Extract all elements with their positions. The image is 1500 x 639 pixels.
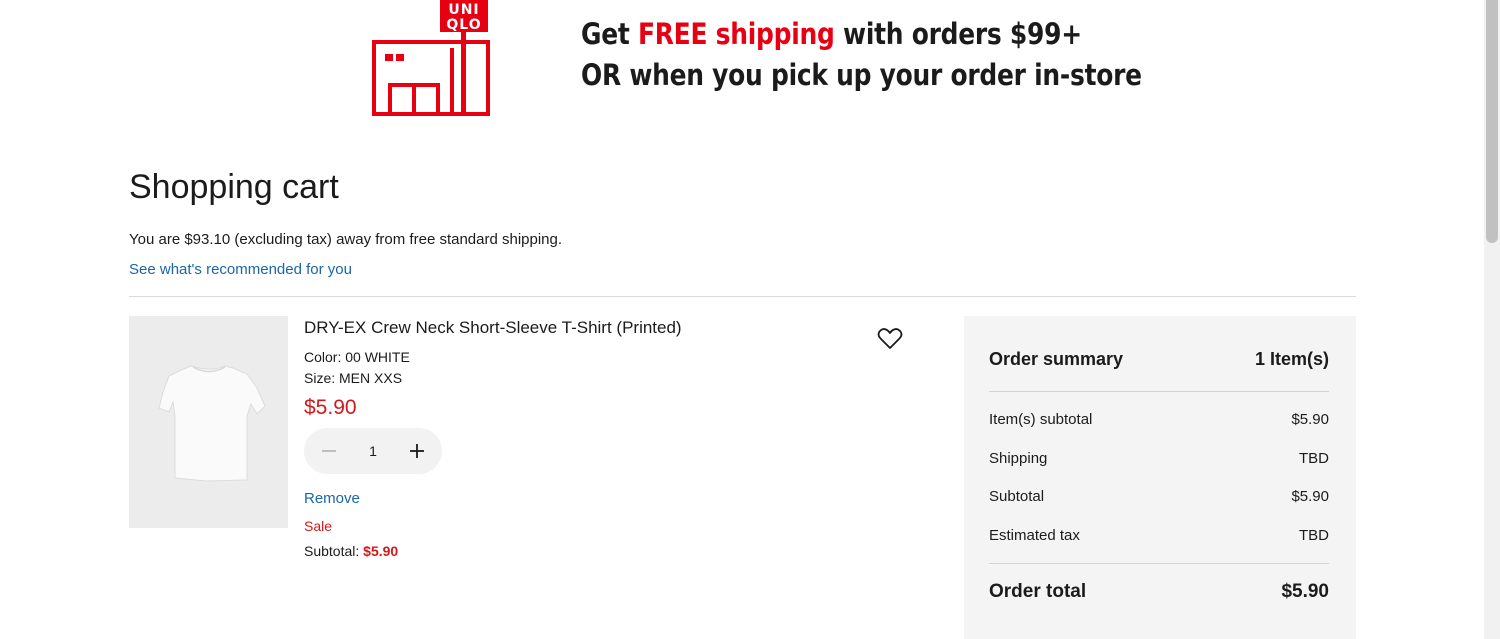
banner-free-shipping-highlight: FREE shipping	[637, 17, 835, 51]
divider	[129, 296, 1356, 297]
summary-divider	[989, 563, 1329, 564]
summary-row-subtotal: Subtotal $5.90	[989, 488, 1329, 505]
item-subtotal-value: $5.90	[363, 543, 399, 559]
free-shipping-banner[interactable]: UNI QLO Get FREE shipping with orders $9…	[0, 0, 1484, 130]
banner-line-1-pre: Get	[581, 17, 638, 51]
order-total-label: Order total	[989, 581, 1087, 602]
order-total: Order total $5.90	[989, 581, 1329, 603]
plus-icon[interactable]	[405, 439, 429, 463]
banner-line-2: OR when you pick up your order in-store	[581, 58, 1142, 92]
summary-row-value: TBD	[1299, 450, 1329, 467]
order-summary-title: Order summary	[989, 349, 1124, 369]
summary-row-estimated-tax: Estimated tax TBD	[989, 527, 1329, 544]
recommendations-link[interactable]: See what's recommended for you	[129, 261, 352, 278]
scrollbar-thumb[interactable]	[1486, 0, 1498, 243]
product-name[interactable]: DRY-EX Crew Neck Short-Sleeve T-Shirt (P…	[304, 318, 682, 338]
product-price: $5.90	[304, 396, 357, 419]
free-shipping-message: You are $93.10 (excluding tax) away from…	[129, 231, 563, 248]
summary-row-label: Subtotal	[989, 488, 1045, 505]
logo-text-bottom: QLO	[446, 17, 481, 33]
summary-row-label: Shipping	[989, 450, 1048, 467]
summary-row-label: Item(s) subtotal	[989, 411, 1093, 428]
summary-row-shipping: Shipping TBD	[989, 450, 1329, 467]
product-color: Color: 00 WHITE	[304, 349, 410, 365]
banner-line-1: Get FREE shipping with orders $99+	[581, 14, 1142, 55]
summary-divider	[989, 391, 1329, 392]
quantity-stepper: 1	[304, 428, 442, 474]
product-image[interactable]	[129, 316, 288, 528]
tshirt-image	[158, 365, 266, 482]
page-title: Shopping cart	[129, 168, 339, 206]
item-subtotal-label: Subtotal:	[304, 543, 364, 559]
order-summary: Order summary 1 Item(s) Item(s) subtotal…	[964, 316, 1356, 639]
order-item-count: 1 Item(s)	[1254, 349, 1329, 369]
summary-row-value: $5.90	[1291, 488, 1329, 505]
order-summary-header: Order summary 1 Item(s)	[989, 349, 1329, 370]
minus-icon[interactable]	[317, 439, 341, 463]
summary-row-items-subtotal: Item(s) subtotal $5.90	[989, 411, 1329, 428]
item-subtotal: Subtotal: $5.90	[304, 543, 398, 559]
uniqlo-store-logo: UNI QLO	[372, 0, 490, 116]
banner-message: Get FREE shipping with orders $99+ OR wh…	[581, 14, 1142, 96]
banner-line-1-post: with orders $99+	[834, 17, 1082, 51]
quantity-value: 1	[369, 443, 377, 459]
sale-badge: Sale	[304, 518, 333, 534]
heart-icon[interactable]	[877, 327, 903, 351]
remove-button[interactable]: Remove	[304, 490, 360, 507]
summary-row-label: Estimated tax	[989, 527, 1080, 544]
summary-row-value: TBD	[1299, 527, 1329, 544]
logo-text-top: UNI	[448, 2, 479, 18]
page-scrollbar[interactable]	[1484, 0, 1500, 639]
product-size: Size: MEN XXS	[304, 370, 403, 386]
summary-row-value: $5.90	[1291, 411, 1329, 428]
order-total-value: $5.90	[1281, 581, 1329, 602]
